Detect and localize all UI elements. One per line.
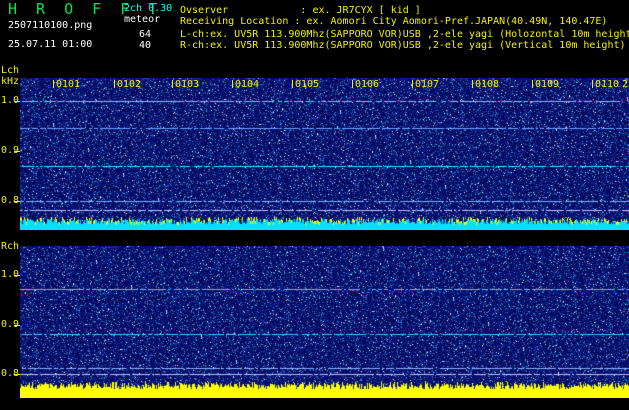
khz-label: kHz: [1, 76, 20, 87]
location-info: Receiving Location : ex. Aomori City Aom…: [180, 16, 608, 27]
time-tick-label: 0108: [475, 79, 500, 90]
meteor-label: meteor: [124, 14, 161, 25]
time-tick-label: 0106: [355, 79, 380, 90]
time-tick-mark: [472, 80, 473, 88]
time-tick-mark: [352, 80, 353, 88]
rch-info: R-ch:ex. UV5R 113.900Mhz(SAPPORO VOR)USB…: [180, 40, 626, 51]
time-tick-label: 2: [622, 79, 629, 90]
datetime-label: 25.07.11 01:00: [8, 39, 93, 50]
lch-info: L-ch:ex. UV5R 113.900Mhz(SAPPORO VOR)USB…: [180, 29, 629, 40]
time-tick-label: 0104: [235, 79, 260, 90]
lch-spectrogram: [20, 78, 629, 230]
rch-label: Rch: [1, 241, 20, 252]
lch-label: Lch: [1, 65, 20, 76]
observer-info: Ovserver : ex. JR7CYX [ kid ]: [180, 5, 421, 16]
time-tick-label: 0102: [117, 79, 142, 90]
time-tick-label: 0103: [175, 79, 200, 90]
time-tick-mark: [232, 80, 233, 88]
time-tick-label: 0109: [535, 79, 560, 90]
time-tick-label: 0105: [295, 79, 320, 90]
time-tick-label: 0110: [595, 79, 620, 90]
lch-meteor-count: 64: [139, 29, 152, 40]
rch-meteor-count: 40: [139, 40, 152, 51]
time-tick-mark: [532, 80, 533, 88]
time-tick-label: 0101: [56, 79, 81, 90]
time-tick-mark: [172, 80, 173, 88]
time-tick-label: 0107: [415, 79, 440, 90]
time-tick-mark: [53, 80, 54, 88]
version-label: 2ch 0.30: [124, 3, 173, 14]
filename-label: 2507110100.png: [8, 20, 93, 31]
time-tick-mark: [412, 80, 413, 88]
time-tick-mark: [292, 80, 293, 88]
rch-spectrogram: [20, 246, 629, 398]
time-tick-mark: [114, 80, 115, 88]
time-tick-mark: [592, 80, 593, 88]
